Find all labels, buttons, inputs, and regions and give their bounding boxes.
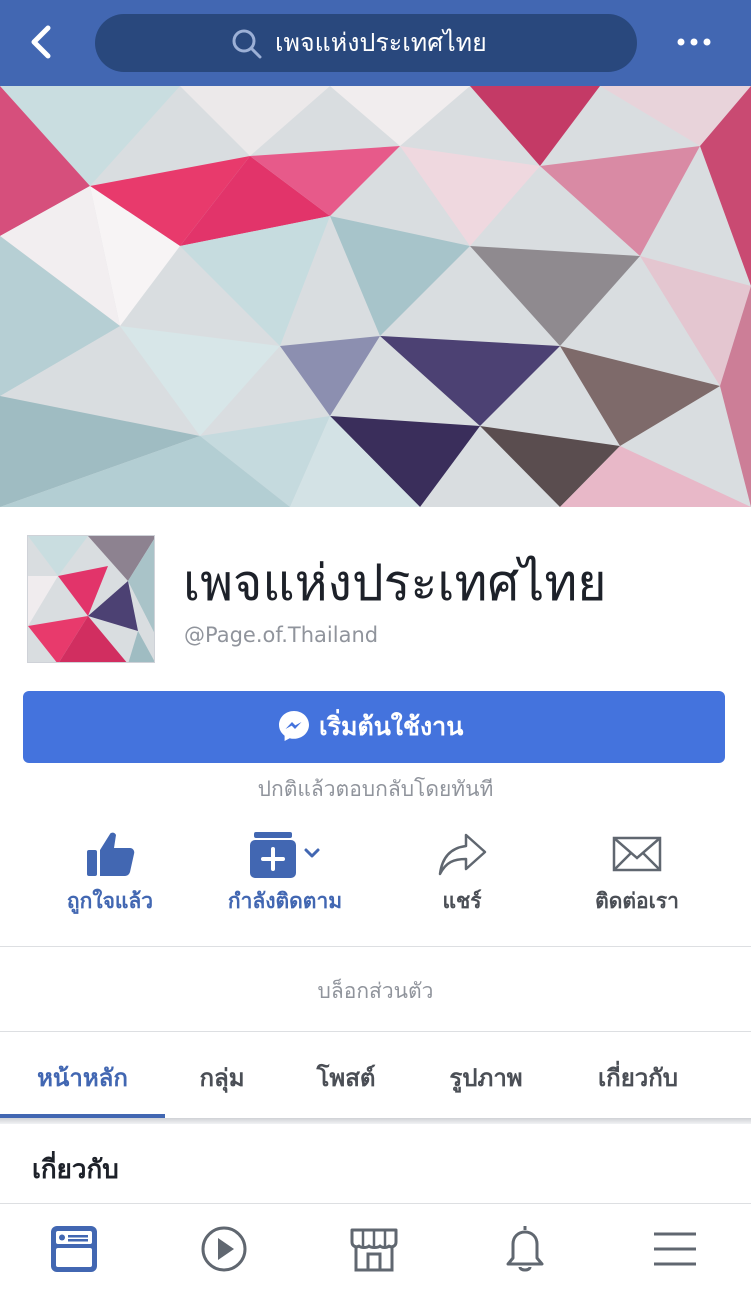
response-time-note: ปกติแล้วตอบกลับโดยทันที xyxy=(257,777,494,801)
nav-notifications[interactable] xyxy=(498,1222,552,1276)
contact-us-label: ติดต่อเรา xyxy=(595,889,679,913)
nav-news-feed[interactable] xyxy=(47,1222,101,1276)
tabs-shadow xyxy=(0,1118,751,1124)
news-feed-icon xyxy=(51,1226,97,1272)
more-options-button[interactable] xyxy=(674,30,714,54)
cover-photo[interactable] xyxy=(0,86,751,507)
page-username: @Page.of.Thailand xyxy=(184,623,379,647)
tab-posts[interactable]: โพสต์ xyxy=(296,1032,396,1120)
divider xyxy=(0,946,751,947)
share-button[interactable]: แชร์ xyxy=(412,822,512,932)
video-play-icon xyxy=(201,1226,247,1272)
bell-icon xyxy=(506,1226,544,1272)
nav-marketplace[interactable] xyxy=(347,1222,401,1276)
search-query-text: เพจแห่งประเทศไทย xyxy=(275,28,487,57)
nav-watch[interactable] xyxy=(197,1222,251,1276)
contact-us-button[interactable]: ติดต่อเรา xyxy=(580,822,694,932)
bottom-navigation xyxy=(0,1203,751,1292)
page-tabs: หน้าหลัก กลุ่ม โพสต์ รูปภาพ เกี่ยวกับ xyxy=(0,1032,751,1120)
more-dots-icon xyxy=(677,38,711,46)
tab-about[interactable]: เกี่ยวกับ xyxy=(578,1032,698,1120)
get-started-button[interactable]: เริ่มต้นใช้งาน xyxy=(23,691,725,763)
marketplace-icon xyxy=(350,1228,398,1272)
page-actions: ถูกใจแล้ว กำลังติดตาม แชร์ ติดต่อเรา xyxy=(0,822,751,932)
following-label: กำลังติดตาม xyxy=(227,889,343,913)
tab-photos[interactable]: รูปภาพ xyxy=(426,1032,546,1120)
page-avatar[interactable] xyxy=(27,535,155,663)
page-title: เพจแห่งประเทศไทย xyxy=(183,554,607,612)
liked-button[interactable]: ถูกใจแล้ว xyxy=(40,822,180,932)
chevron-left-icon xyxy=(31,25,51,59)
share-label: แชร์ xyxy=(442,889,482,913)
personal-blog-category: บล็อกส่วนตัว xyxy=(317,979,434,1003)
menu-icon xyxy=(654,1232,696,1266)
search-bar[interactable]: เพจแห่งประเทศไทย xyxy=(95,14,637,72)
thumbs-up-icon xyxy=(87,832,135,876)
envelope-icon xyxy=(612,836,662,872)
get-started-label: เริ่มต้นใช้งาน xyxy=(319,712,464,741)
search-icon xyxy=(232,29,262,59)
messenger-icon xyxy=(279,711,309,741)
share-icon xyxy=(438,833,487,876)
back-button[interactable] xyxy=(22,20,62,64)
follow-icon xyxy=(250,832,320,878)
liked-label: ถูกใจแล้ว xyxy=(66,889,154,913)
nav-menu[interactable] xyxy=(648,1222,702,1276)
tab-groups[interactable]: กลุ่ม xyxy=(172,1032,272,1120)
following-button[interactable]: กำลังติดตาม xyxy=(210,822,360,932)
top-bar: เพจแห่งประเทศไทย xyxy=(0,0,751,86)
about-section-title: เกี่ยวกับ xyxy=(32,1155,119,1185)
tab-home[interactable]: หน้าหลัก xyxy=(0,1032,165,1120)
